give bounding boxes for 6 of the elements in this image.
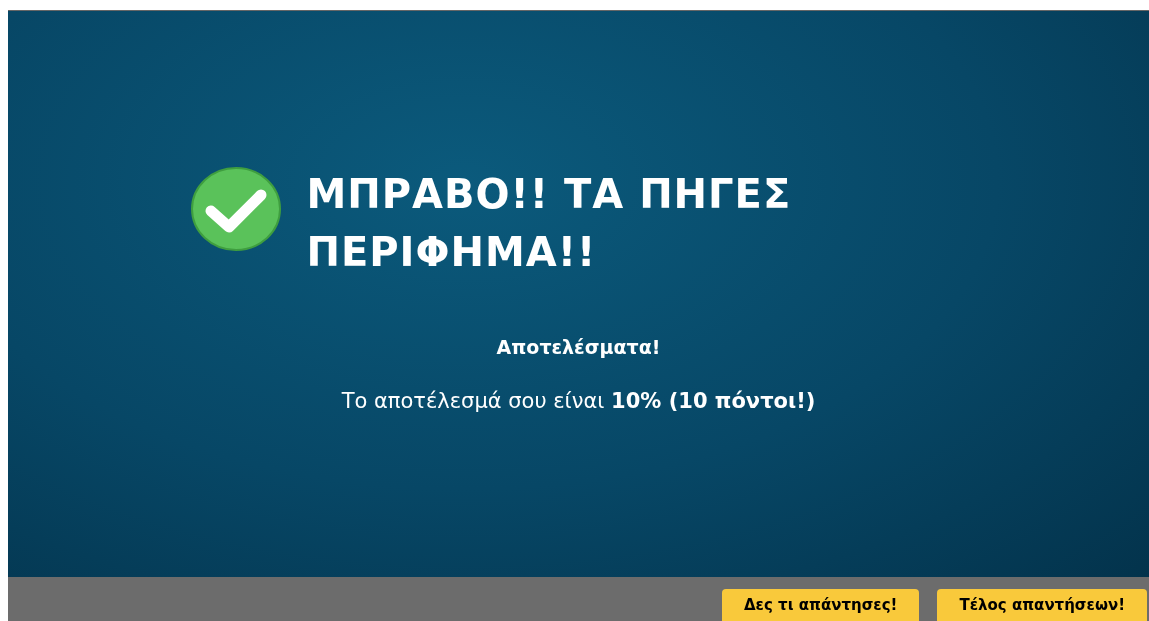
- success-heading: ΜΠΡΑΒΟ!! ΤΑ ΠΗΓΕΣ ΠΕΡΙΦΗΜΑ!!: [306, 170, 793, 277]
- checkmark-icon: [190, 167, 281, 251]
- action-button[interactable]: Δες τι απάντησες!: [722, 589, 920, 621]
- score-text: Το αποτέλεσμά σου είναι 10% (10 πόντοι!): [341, 387, 816, 415]
- action-button[interactable]: Τέλος απαντήσεων!: [937, 589, 1147, 621]
- results-title: Αποτελέσματα!: [496, 335, 661, 360]
